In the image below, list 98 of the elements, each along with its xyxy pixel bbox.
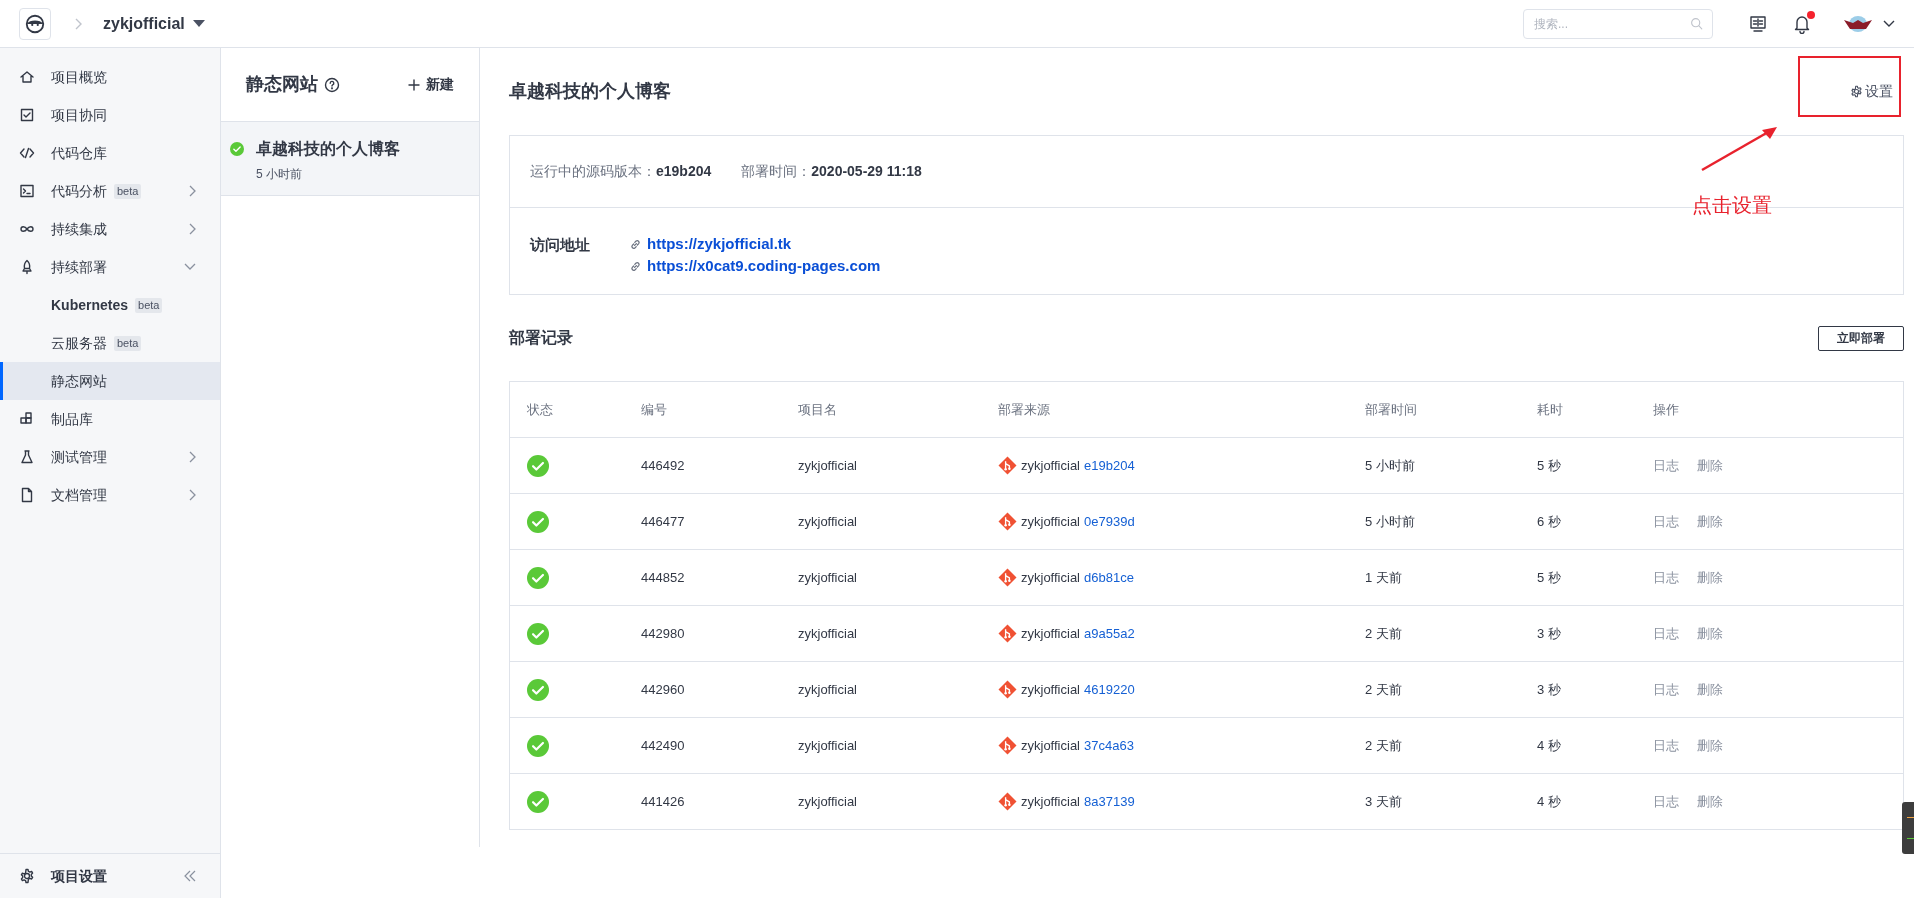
table-cell: 6 秒: [1537, 513, 1561, 529]
table-cell: 5 小时前: [1365, 513, 1415, 529]
column-header: 项目名: [798, 401, 837, 417]
table-cell-text: zykjofficial: [1021, 736, 1080, 755]
table-cell-text: zykjofficial: [1021, 624, 1080, 643]
site-time: 5 小时前: [256, 166, 303, 183]
log-link[interactable]: 日志: [1653, 623, 1679, 644]
table-cell: zykjofficial: [798, 625, 857, 641]
time-value: 2020-05-29 11:18: [811, 162, 922, 181]
commit-link[interactable]: d6b81ce: [1084, 567, 1134, 588]
field-label: 部署时间：: [741, 162, 812, 181]
log-link[interactable]: 日志: [1653, 455, 1679, 476]
commit-link[interactable]: 4619220: [1084, 679, 1135, 700]
table-cell: 446477: [641, 513, 685, 529]
table-cell: zykjofficial: [798, 681, 857, 697]
table-cell: 2 天前: [1365, 625, 1402, 641]
table-cell: 441426: [641, 793, 685, 809]
table-cell-text: zykjofficial: [1021, 680, 1080, 699]
site-list-item[interactable]: 卓越科技的个人博客 5 小时前: [221, 122, 479, 196]
sidebar-item[interactable]: 代码仓库: [0, 134, 220, 172]
table-cell: zykjofficial: [798, 457, 857, 473]
table-cell-text: zykjofficial: [1021, 792, 1080, 811]
sidebar-item[interactable]: 制品库: [0, 400, 220, 438]
column-header: 编号: [641, 401, 667, 417]
delete-link[interactable]: 删除: [1697, 735, 1723, 756]
field-label: 运行中的源码版本：: [530, 162, 656, 181]
delete-link[interactable]: 删除: [1697, 623, 1723, 644]
commit-link[interactable]: 8a37139: [1084, 791, 1135, 812]
table-cell: 444852: [641, 569, 685, 585]
table-cell: zykjofficial: [798, 569, 857, 585]
column-header: 部署时间: [1365, 401, 1417, 417]
sidebar-subitem[interactable]: Kubernetes beta: [0, 286, 220, 324]
table-cell: 5 秒: [1537, 457, 1561, 473]
sidebar-item[interactable]: 持续部署: [0, 248, 220, 286]
beta-badge: beta: [114, 183, 142, 199]
sidebar-subitem[interactable]: 云服务器 beta: [0, 324, 220, 362]
project-switcher[interactable]: zykjofficial: [103, 11, 205, 36]
table-cell: 2 天前: [1365, 681, 1402, 697]
site-name: 卓越科技的个人博客: [256, 139, 400, 159]
annotation-text: 点击设置: [1692, 193, 1772, 218]
sidebar-item[interactable]: 文档管理: [0, 476, 220, 514]
section-title: 部署记录: [509, 328, 573, 348]
column-header: 操作: [1653, 401, 1679, 417]
page-title: 卓越科技的个人博客: [509, 80, 671, 103]
log-link[interactable]: 日志: [1653, 679, 1679, 700]
site-link[interactable]: https://x0cat9.coding-pages.com: [647, 256, 881, 276]
log-link[interactable]: 日志: [1653, 567, 1679, 588]
delete-link[interactable]: 删除: [1697, 567, 1723, 588]
table-cell: 1 天前: [1365, 569, 1402, 585]
table-cell-text: zykjofficial: [1021, 456, 1080, 475]
log-link[interactable]: 日志: [1653, 735, 1679, 756]
site-link[interactable]: https://zykjofficial.tk: [647, 234, 792, 254]
log-link[interactable]: 日志: [1653, 791, 1679, 812]
table-cell: zykjofficial: [798, 793, 857, 809]
sidebar-subitem[interactable]: 静态网站: [0, 362, 220, 400]
commit-link[interactable]: 0e7939d: [1084, 511, 1135, 532]
table-cell: 5 秒: [1537, 569, 1561, 585]
table-cell-text: zykjofficial: [1021, 568, 1080, 587]
table-cell: 4 秒: [1537, 793, 1561, 809]
table-cell: 2 天前: [1365, 737, 1402, 753]
search-field[interactable]: 搜索...: [1523, 8, 1713, 39]
table-cell-text: zykjofficial: [1021, 512, 1080, 531]
column-header: 部署来源: [998, 401, 1050, 417]
table-cell: 446492: [641, 457, 685, 473]
sidebar-item[interactable]: 项目设置: [51, 865, 107, 887]
table-cell: zykjofficial: [798, 737, 857, 753]
table-cell: 442980: [641, 625, 685, 641]
table-cell: 3 天前: [1365, 793, 1402, 809]
delete-link[interactable]: 删除: [1697, 511, 1723, 532]
beta-badge: beta: [135, 297, 163, 313]
table-cell: 5 小时前: [1365, 457, 1415, 473]
panel-title: 静态网站: [246, 73, 318, 96]
sidebar-item[interactable]: 项目协同: [0, 96, 220, 134]
settings-button[interactable]: 设置: [1850, 81, 1893, 102]
table-cell: 3 秒: [1537, 625, 1561, 641]
table-cell: 442960: [641, 681, 685, 697]
beta-badge: beta: [114, 335, 142, 351]
field-label: 访问地址: [530, 235, 591, 255]
table-cell: 3 秒: [1537, 681, 1561, 697]
sidebar-item[interactable]: 代码分析 beta: [0, 172, 220, 210]
commit-link[interactable]: e19b204: [1084, 455, 1135, 476]
column-header: 耗时: [1537, 401, 1563, 417]
table-cell: 4 秒: [1537, 737, 1561, 753]
delete-link[interactable]: 删除: [1697, 791, 1723, 812]
sidebar-item[interactable]: 持续集成: [0, 210, 220, 248]
delete-link[interactable]: 删除: [1697, 455, 1723, 476]
column-header: 状态: [527, 401, 553, 417]
new-button[interactable]: 新建: [408, 74, 454, 95]
sidebar-item[interactable]: 测试管理: [0, 438, 220, 476]
sidebar-item[interactable]: 项目概览: [0, 58, 220, 96]
deploy-button[interactable]: 立即部署: [1818, 325, 1904, 351]
table-cell: zykjofficial: [798, 513, 857, 529]
delete-link[interactable]: 删除: [1697, 679, 1723, 700]
commit-link[interactable]: a9a55a2: [1084, 623, 1135, 644]
log-link[interactable]: 日志: [1653, 511, 1679, 532]
table-cell: 442490: [641, 737, 685, 753]
version-value: e19b204: [656, 162, 712, 181]
commit-link[interactable]: 37c4a63: [1084, 735, 1134, 756]
